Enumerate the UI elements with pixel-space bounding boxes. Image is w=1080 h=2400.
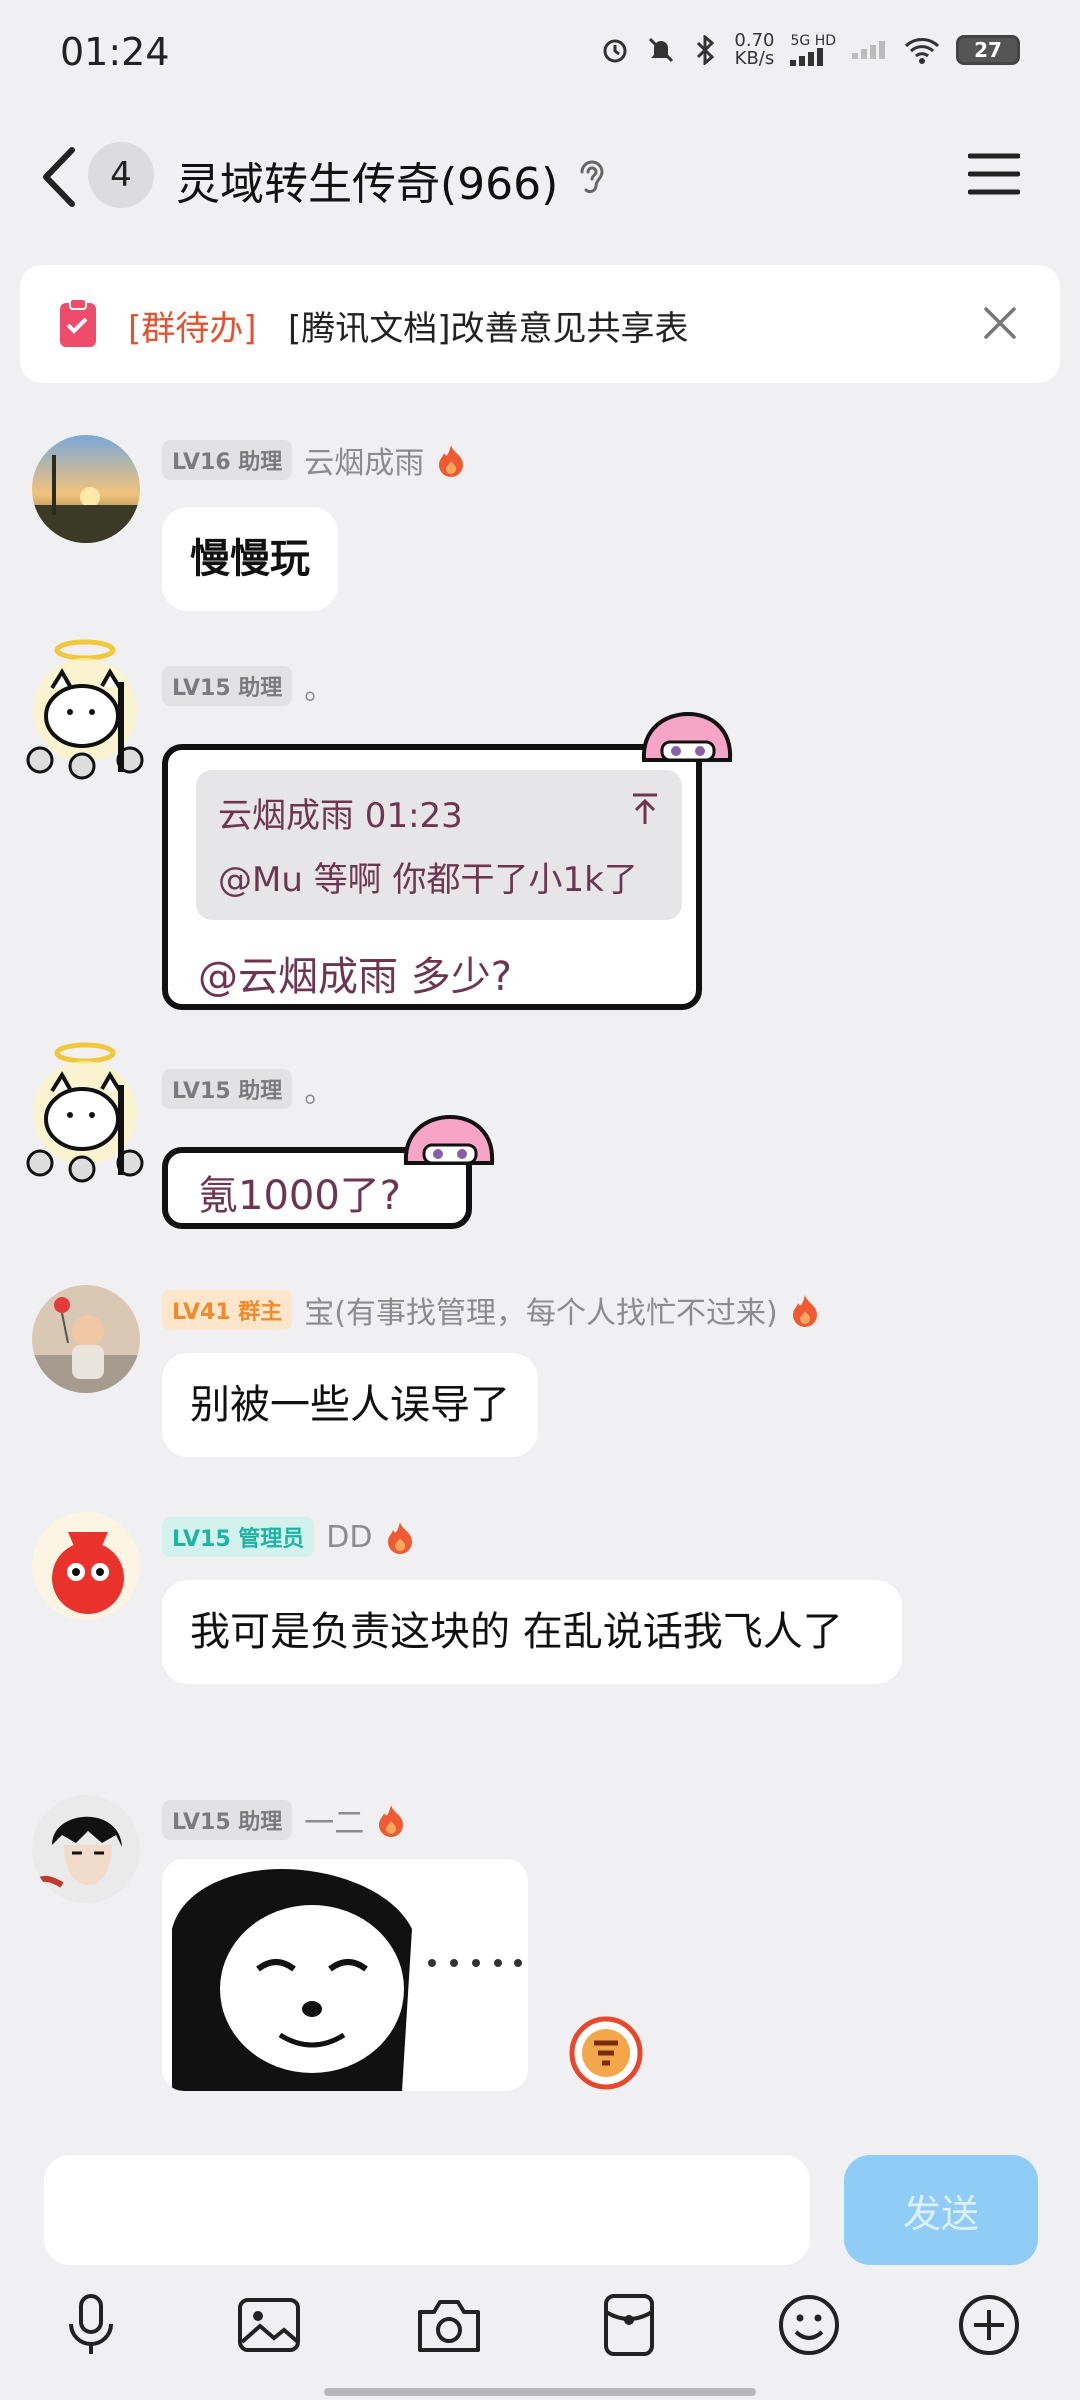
- image-icon[interactable]: [234, 2290, 304, 2360]
- avatar[interactable]: [32, 435, 140, 543]
- ear-icon: [580, 160, 604, 194]
- clipboard-icon: [60, 298, 96, 347]
- alarm-icon: [603, 39, 627, 63]
- quoted-message[interactable]: 云烟成雨 01:23 @Mu 等啊 你都干了小1k了: [196, 770, 682, 920]
- avatar[interactable]: [32, 1795, 140, 1903]
- avatar[interactable]: [20, 1035, 150, 1183]
- menu-button[interactable]: [968, 152, 1020, 196]
- message-bubble[interactable]: 云烟成雨 01:23 @Mu 等啊 你都干了小1k了 @云烟成雨 多少?: [162, 744, 702, 1010]
- net-speed: 0.70 KB/s: [734, 30, 775, 69]
- message-meta: LV15 助理 一二: [162, 1798, 406, 1842]
- signal-icon: [790, 48, 824, 66]
- todo-text: [腾讯文档]改善意见共享表: [288, 309, 689, 349]
- chat-title[interactable]: 灵域转生传奇(966): [176, 148, 558, 212]
- sender-name[interactable]: 宝(有事找管理，每个人找忙不过来): [304, 1288, 777, 1332]
- home-indicator[interactable]: [324, 2388, 756, 2396]
- camera-icon[interactable]: [414, 2290, 484, 2360]
- message-bubble[interactable]: 慢慢玩: [162, 507, 338, 611]
- bluetooth-icon: [697, 35, 715, 65]
- todo-tag: [群待办]: [128, 309, 257, 349]
- fire-icon: [379, 1805, 404, 1837]
- message-text: @云烟成雨 多少?: [198, 954, 512, 1000]
- message-text: 氪1000了?: [198, 1173, 402, 1219]
- send-button[interactable]: 发送: [844, 2155, 1038, 2265]
- message-meta: LV15 管理员 DD: [162, 1517, 415, 1557]
- status-icons: 0.70 KB/s 5G HD 27: [600, 32, 1020, 68]
- signal-2-icon: [852, 41, 885, 59]
- level-badge: LV15 助理: [162, 666, 293, 706]
- status-bar: 01:24 0.70 KB/s 5G HD 27: [0, 0, 1080, 110]
- back-button[interactable]: [36, 142, 86, 212]
- unread-count-badge[interactable]: 4: [88, 142, 154, 208]
- message-meta: LV15 助理 。: [162, 1067, 334, 1111]
- wifi-icon: [904, 38, 940, 64]
- avatar[interactable]: [32, 1512, 140, 1620]
- message-bubble[interactable]: 别被一些人误导了: [162, 1353, 538, 1457]
- message-meta: LV16 助理 云烟成雨: [162, 438, 466, 482]
- level-badge: LV15 助理: [162, 1069, 293, 1109]
- fire-icon: [792, 1295, 817, 1327]
- sender-name[interactable]: 云烟成雨: [304, 438, 424, 482]
- close-icon[interactable]: [980, 303, 1020, 343]
- red-packet-icon[interactable]: [594, 2290, 664, 2360]
- message-input[interactable]: [44, 2155, 810, 2265]
- sender-name[interactable]: 。: [304, 664, 334, 708]
- sender-name[interactable]: DD: [326, 1520, 372, 1555]
- pink-hair-decoration: [403, 1114, 495, 1165]
- quote-text: @Mu 等啊 你都干了小1k了: [218, 860, 638, 900]
- mute-icon: [649, 37, 674, 63]
- level-badge: LV15 管理员: [162, 1517, 315, 1557]
- level-badge: LV15 助理: [162, 1800, 293, 1840]
- reaction-icon[interactable]: [568, 2015, 644, 2091]
- battery-indicator: 27: [956, 35, 1020, 65]
- level-badge: LV16 助理: [162, 440, 293, 480]
- jump-to-quote-icon[interactable]: [630, 792, 660, 826]
- signal-5g: 5G HD: [790, 34, 836, 66]
- status-time: 01:24: [60, 30, 170, 74]
- quote-header: 云烟成雨 01:23: [218, 796, 463, 836]
- emoji-icon[interactable]: [774, 2290, 844, 2360]
- plus-icon[interactable]: [954, 2290, 1024, 2360]
- level-badge: LV41 群主: [162, 1290, 293, 1330]
- pink-hair-decoration: [641, 711, 733, 762]
- message-meta: LV15 助理 。: [162, 664, 334, 708]
- sender-name[interactable]: 。: [304, 1067, 334, 1111]
- message-bubble[interactable]: 我可是负责这块的 在乱说话我飞人了: [162, 1580, 902, 1684]
- input-toolbar: [0, 2290, 1080, 2370]
- panda-meme-sticker[interactable]: [162, 1859, 528, 2091]
- group-todo-banner[interactable]: [群待办] [腾讯文档]改善意见共享表: [20, 265, 1060, 383]
- fire-icon: [439, 445, 464, 477]
- fire-icon: [387, 1522, 412, 1554]
- mic-icon[interactable]: [56, 2290, 126, 2360]
- sender-name[interactable]: 一二: [304, 1798, 364, 1842]
- avatar[interactable]: [20, 632, 150, 780]
- avatar[interactable]: [32, 1285, 140, 1393]
- message-meta: LV41 群主 宝(有事找管理，每个人找忙不过来): [162, 1288, 820, 1332]
